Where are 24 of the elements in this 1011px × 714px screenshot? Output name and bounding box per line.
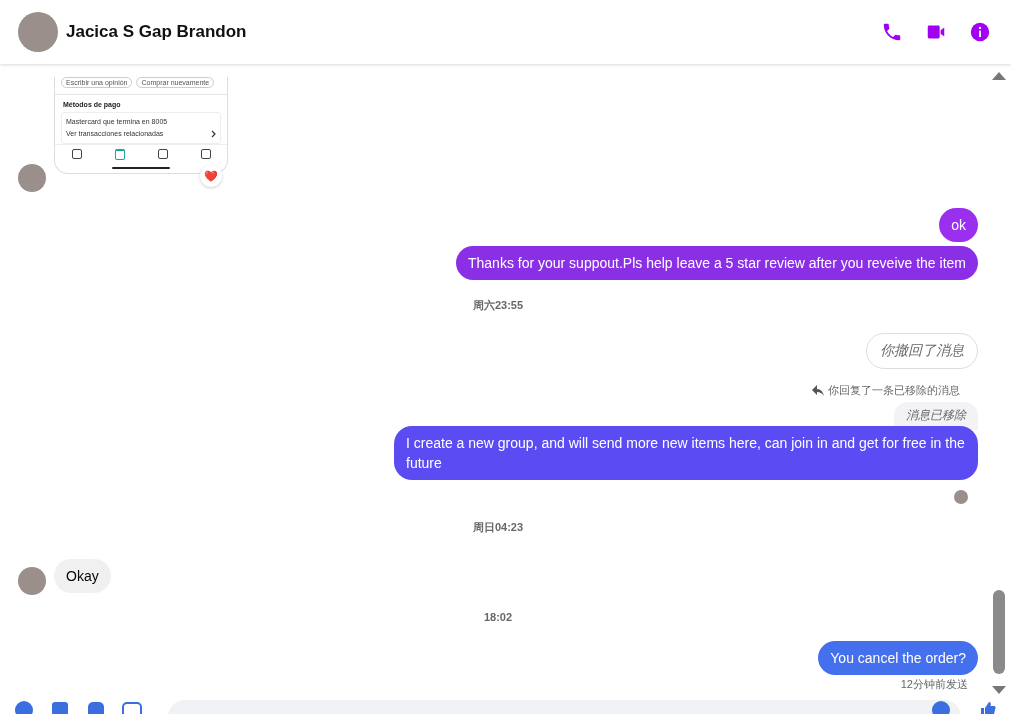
message-bubble: Thanks for your suppout.Pls help leave a 5 star review after you reveive the item xyxy=(455,246,978,280)
timestamp: 周六23:55 xyxy=(472,298,524,313)
avatar[interactable] xyxy=(18,164,46,192)
message-bubble: You cancel the order? xyxy=(818,641,978,675)
timestamp: 18:02 xyxy=(483,610,513,625)
message-bubble: ok xyxy=(939,208,978,242)
message-bubble: I create a new group, and will send more new items here, can join in and get for free in the future xyxy=(394,426,978,480)
home-indicator xyxy=(112,167,170,169)
scroll-up-icon[interactable] xyxy=(992,72,1006,80)
info-icon[interactable] xyxy=(969,21,991,43)
avatar[interactable] xyxy=(18,567,46,595)
heart-reaction: ❤ xyxy=(200,165,222,187)
chevron-icon xyxy=(211,130,216,138)
timestamp: 周日04:23 xyxy=(472,520,524,535)
seen-avatar xyxy=(954,490,968,504)
delivery-status: 12分钟前发送 xyxy=(900,677,968,692)
avatar[interactable] xyxy=(18,12,58,52)
scroll-thumb[interactable] xyxy=(993,590,1005,674)
scroll-down-icon[interactable] xyxy=(992,686,1006,694)
phone-icon[interactable] xyxy=(881,21,903,43)
contact-name[interactable]: Jacica S Gap Brandon xyxy=(66,22,247,42)
message-bubble: Okay xyxy=(54,559,111,593)
reply-icon xyxy=(812,385,824,396)
reply-note: 你回复了一条已移除的消息 xyxy=(828,383,960,398)
